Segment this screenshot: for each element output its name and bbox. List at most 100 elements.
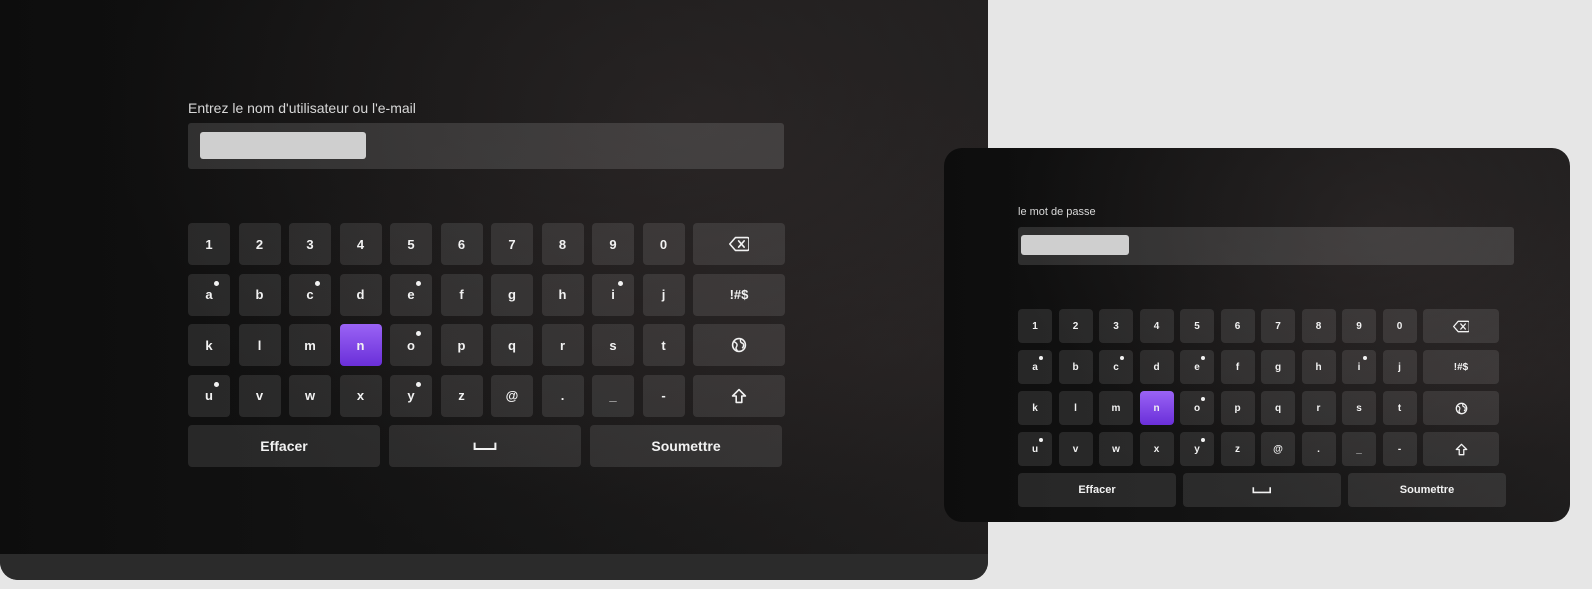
key-h[interactable]: h (1301, 350, 1336, 384)
key-label: j (661, 287, 666, 302)
submit-button[interactable]: Soumettre (1348, 473, 1506, 507)
key-period[interactable]: . (541, 374, 584, 417)
key-1[interactable]: 1 (188, 223, 230, 265)
key-i[interactable]: i (592, 273, 634, 316)
key-s[interactable]: s (1342, 391, 1376, 425)
key-z[interactable]: z (440, 374, 483, 417)
key-4[interactable]: 4 (1139, 309, 1174, 343)
key-m[interactable]: m (289, 324, 331, 366)
key-c[interactable]: c (1099, 350, 1133, 384)
key-label: 8 (1315, 320, 1322, 332)
clear-button[interactable]: Effacer (188, 425, 380, 467)
key-o[interactable]: o (390, 324, 432, 366)
key-6[interactable]: 6 (1220, 309, 1255, 343)
key-j[interactable]: j (642, 273, 685, 316)
key-f[interactable]: f (1220, 350, 1255, 384)
key-symbols[interactable]: !#$ (1423, 350, 1499, 384)
key-d[interactable]: d (1139, 350, 1174, 384)
key-y[interactable]: y (1180, 432, 1214, 466)
key-b[interactable]: b (1058, 350, 1093, 384)
key-s[interactable]: s (592, 324, 634, 366)
key-i[interactable]: i (1342, 350, 1376, 384)
shift-key[interactable] (693, 374, 785, 417)
key-h[interactable]: h (541, 273, 584, 316)
key-underscore[interactable]: _ (592, 374, 634, 417)
key-period[interactable]: . (1301, 432, 1336, 466)
key-underscore[interactable]: _ (1342, 432, 1376, 466)
space-button[interactable] (389, 425, 581, 467)
key-g[interactable]: g (491, 273, 533, 316)
key-c[interactable]: c (289, 273, 331, 316)
key-at[interactable]: @ (491, 374, 533, 417)
key-3[interactable]: 3 (289, 223, 331, 265)
key-label: z (1235, 443, 1240, 455)
key-1[interactable]: 1 (1018, 309, 1052, 343)
key-k[interactable]: k (188, 324, 230, 366)
key-5[interactable]: 5 (390, 223, 432, 265)
key-d[interactable]: d (339, 273, 382, 316)
key-m[interactable]: m (1099, 391, 1133, 425)
key-z[interactable]: z (1220, 432, 1255, 466)
key-0[interactable]: 0 (642, 223, 685, 265)
key-at[interactable]: @ (1261, 432, 1295, 466)
key-t[interactable]: t (642, 324, 685, 366)
clear-button[interactable]: Effacer (1018, 473, 1176, 507)
key-n[interactable]: n (339, 324, 382, 366)
key-n[interactable]: n (1139, 391, 1174, 425)
key-p[interactable]: p (440, 324, 483, 366)
key-5[interactable]: 5 (1180, 309, 1214, 343)
key-2[interactable]: 2 (1058, 309, 1093, 343)
key-o[interactable]: o (1180, 391, 1214, 425)
key-8[interactable]: 8 (1301, 309, 1336, 343)
key-x[interactable]: x (339, 374, 382, 417)
key-u[interactable]: u (1018, 432, 1052, 466)
key-q[interactable]: q (491, 324, 533, 366)
key-hyphen[interactable]: - (642, 374, 685, 417)
key-r[interactable]: r (541, 324, 584, 366)
key-e[interactable]: e (390, 273, 432, 316)
password-input[interactable] (1018, 227, 1514, 265)
key-label: e (1194, 361, 1200, 373)
globe-key[interactable] (1423, 391, 1499, 425)
key-l[interactable]: l (238, 324, 281, 366)
key-0[interactable]: 0 (1382, 309, 1417, 343)
globe-key[interactable] (693, 324, 785, 366)
key-a[interactable]: a (188, 273, 230, 316)
key-v[interactable]: v (238, 374, 281, 417)
key-f[interactable]: f (440, 273, 483, 316)
key-w[interactable]: w (1099, 432, 1133, 466)
key-9[interactable]: 9 (592, 223, 634, 265)
key-t[interactable]: t (1382, 391, 1417, 425)
key-g[interactable]: g (1261, 350, 1295, 384)
backspace-key[interactable] (1423, 309, 1499, 343)
key-7[interactable]: 7 (491, 223, 533, 265)
key-j[interactable]: j (1382, 350, 1417, 384)
key-symbols[interactable]: !#$ (693, 273, 785, 316)
key-p[interactable]: p (1220, 391, 1255, 425)
key-r[interactable]: r (1301, 391, 1336, 425)
key-e[interactable]: e (1180, 350, 1214, 384)
key-k[interactable]: k (1018, 391, 1052, 425)
key-w[interactable]: w (289, 374, 331, 417)
key-7[interactable]: 7 (1261, 309, 1295, 343)
username-input[interactable] (188, 123, 784, 169)
backspace-key[interactable] (693, 223, 785, 265)
key-3[interactable]: 3 (1099, 309, 1133, 343)
key-b[interactable]: b (238, 273, 281, 316)
key-4[interactable]: 4 (339, 223, 382, 265)
key-hyphen[interactable]: - (1382, 432, 1417, 466)
key-2[interactable]: 2 (238, 223, 281, 265)
space-button[interactable] (1183, 473, 1341, 507)
key-a[interactable]: a (1018, 350, 1052, 384)
key-u[interactable]: u (188, 374, 230, 417)
submit-button[interactable]: Soumettre (590, 425, 782, 467)
key-q[interactable]: q (1261, 391, 1295, 425)
shift-key[interactable] (1423, 432, 1499, 466)
key-8[interactable]: 8 (541, 223, 584, 265)
key-6[interactable]: 6 (440, 223, 483, 265)
key-x[interactable]: x (1139, 432, 1174, 466)
key-l[interactable]: l (1058, 391, 1093, 425)
key-v[interactable]: v (1058, 432, 1093, 466)
key-9[interactable]: 9 (1342, 309, 1376, 343)
key-y[interactable]: y (390, 374, 432, 417)
